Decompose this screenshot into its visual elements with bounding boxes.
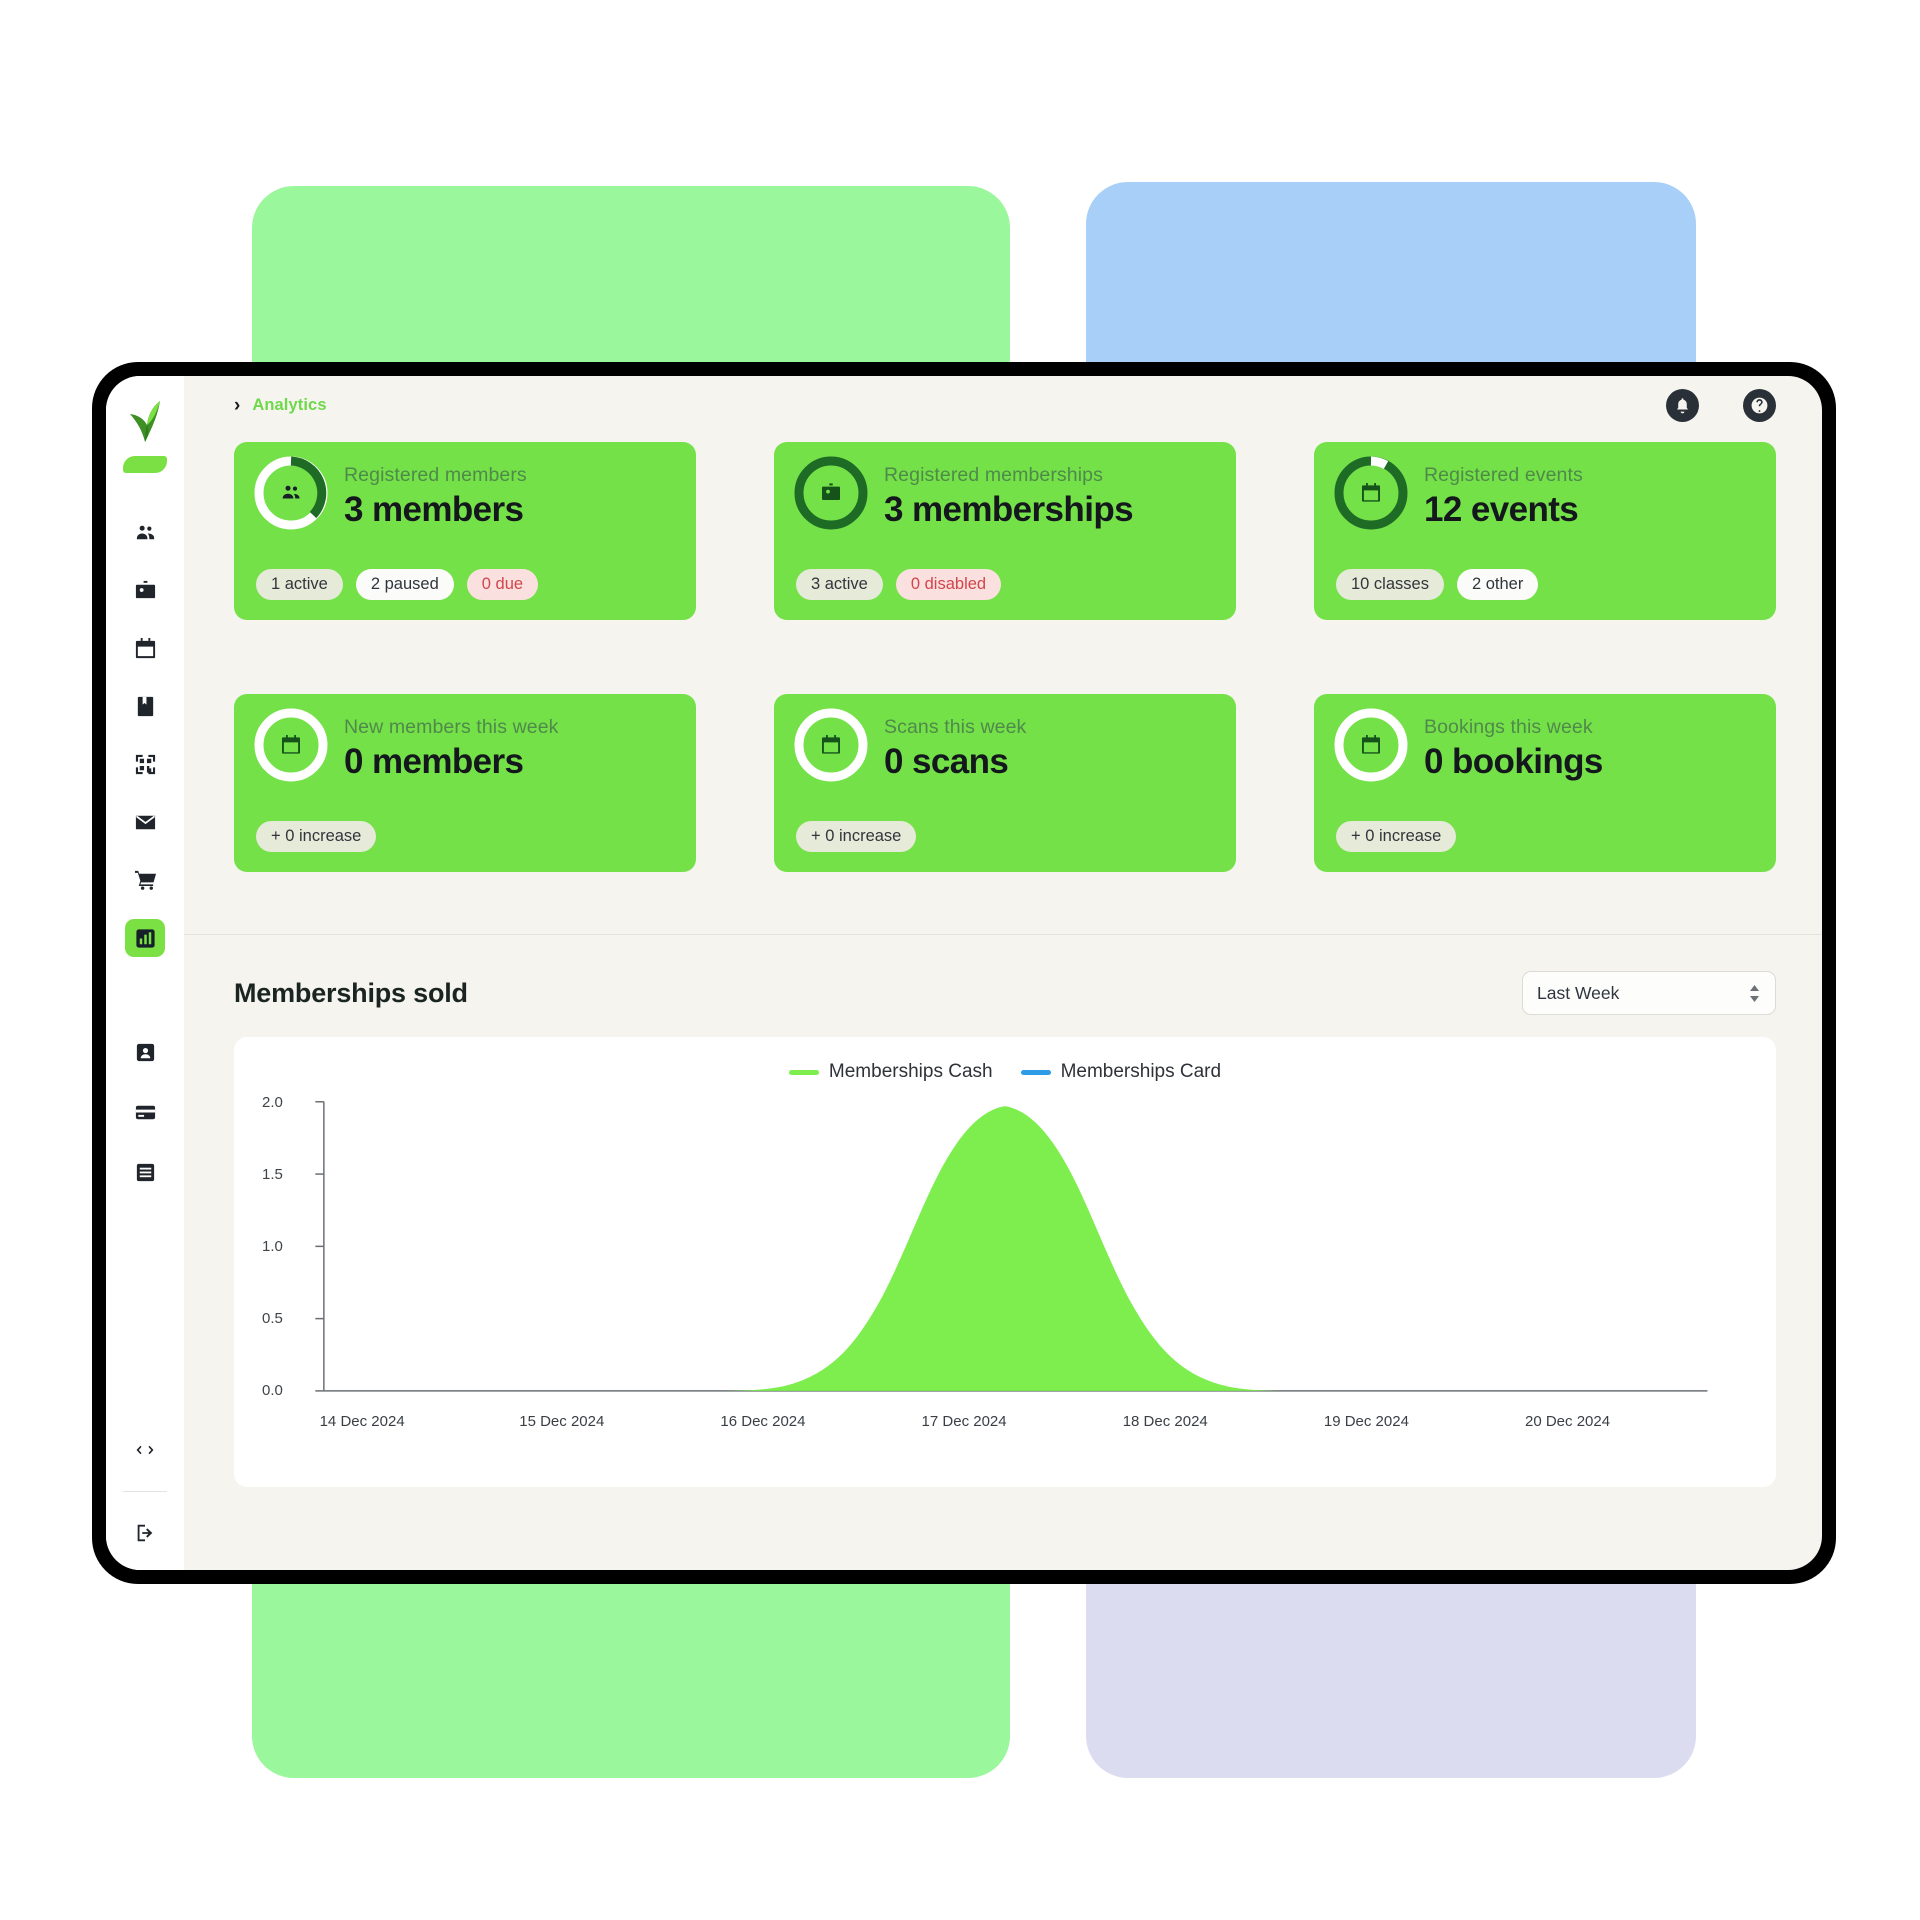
date-range-select[interactable]: Last Week xyxy=(1522,971,1776,1015)
kpi-card-registered-members[interactable]: Registered members 3 members 1 active 2 … xyxy=(234,442,696,620)
kpi-card-new-members-week[interactable]: New members this week 0 members + 0 incr… xyxy=(234,694,696,872)
sidebar-secondary-nav xyxy=(125,1033,165,1191)
legend-swatch xyxy=(1020,1069,1051,1075)
kpi-chips: 1 active 2 paused 0 due xyxy=(256,569,539,600)
status-badge: 2 other xyxy=(1456,569,1539,600)
sidebar-item-analytics[interactable] xyxy=(125,919,165,957)
calendar-icon xyxy=(790,704,872,786)
code-brackets-icon[interactable] xyxy=(125,1431,165,1469)
status-badge: 1 active xyxy=(256,569,343,600)
sidebar-item-bookings[interactable] xyxy=(125,687,165,725)
kpi-label: Registered memberships xyxy=(884,464,1103,486)
kpi-row-1: Registered members 3 members 1 active 2 … xyxy=(234,442,1776,620)
kpi-chips: + 0 increase xyxy=(256,821,377,852)
chevron-up-down-icon xyxy=(1747,982,1761,1004)
kpi-label: Registered members xyxy=(344,464,527,486)
chart-header: Memberships sold Last Week xyxy=(234,971,1776,1015)
legend-swatch xyxy=(788,1069,819,1075)
logout-icon[interactable] xyxy=(125,1514,165,1552)
page-root: › Analytics Registered members 3 members… xyxy=(0,0,1920,1920)
leaf-logo-icon[interactable] xyxy=(125,398,165,444)
sidebar-item-members[interactable] xyxy=(125,513,165,551)
kpi-value: 3 memberships xyxy=(884,490,1134,529)
sidebar-item-profile[interactable] xyxy=(125,1033,165,1071)
chevron-right-icon: › xyxy=(234,394,241,416)
kpi-card-scans-week[interactable]: Scans this week 0 scans + 0 increase xyxy=(774,694,1236,872)
breadcrumb[interactable]: › Analytics xyxy=(234,396,327,415)
progress-ring xyxy=(790,452,872,534)
kpi-label: Bookings this week xyxy=(1424,716,1593,738)
sidebar-divider xyxy=(123,1491,167,1492)
kpi-label: Registered events xyxy=(1424,464,1583,486)
sidebar-item-payments[interactable] xyxy=(125,1093,165,1131)
status-badge: + 0 increase xyxy=(796,821,917,852)
kpi-chips: 3 active 0 disabled xyxy=(796,569,1002,600)
status-badge: 3 active xyxy=(796,569,883,600)
page-title: Memberships sold xyxy=(234,977,468,1008)
kpi-chips: 10 classes 2 other xyxy=(1336,569,1539,600)
kpi-row-2: New members this week 0 members + 0 incr… xyxy=(234,694,1776,872)
calendar-icon xyxy=(1330,704,1412,786)
chart-plot-area: 2.0 1.5 1.0 0.5 0.0 14 Dec 2024 15 Dec 2… xyxy=(260,1091,1750,1447)
bell-icon[interactable] xyxy=(1666,388,1699,422)
chart-card: Memberships Cash Memberships Card 2.0 1.… xyxy=(234,1037,1776,1487)
topbar: › Analytics xyxy=(184,376,1822,434)
status-badge: 0 due xyxy=(466,569,539,600)
kpi-value: 12 events xyxy=(1424,490,1579,529)
chart-legend: Memberships Cash Memberships Card xyxy=(260,1059,1750,1085)
decorative-blob-bottom-left xyxy=(252,1580,1010,1778)
main-content: › Analytics Registered members 3 members… xyxy=(184,376,1822,1570)
kpi-card-registered-memberships[interactable]: Registered memberships 3 memberships 3 a… xyxy=(774,442,1236,620)
kpi-value: 0 members xyxy=(344,742,524,781)
date-range-value: Last Week xyxy=(1537,982,1620,1003)
people-icon xyxy=(250,452,332,534)
decorative-blob-bottom-right xyxy=(1086,1580,1696,1778)
kpi-chips: + 0 increase xyxy=(796,821,917,852)
progress-ring xyxy=(1330,452,1412,534)
kpi-value: 3 members xyxy=(344,490,524,529)
kpi-card-registered-events[interactable]: Registered events 12 events 10 classes 2… xyxy=(1314,442,1776,620)
topbar-actions xyxy=(1666,388,1776,422)
sidebar-item-reports[interactable] xyxy=(125,1153,165,1191)
kpi-chips: + 0 increase xyxy=(1336,821,1457,852)
status-badge: + 0 increase xyxy=(1336,821,1457,852)
legend-item-card[interactable]: Memberships Card xyxy=(1020,1061,1222,1083)
calendar-icon xyxy=(250,704,332,786)
kpi-cards-section: Registered members 3 members 1 active 2 … xyxy=(184,434,1822,872)
progress-ring xyxy=(250,704,332,786)
question-mark-icon[interactable] xyxy=(1743,388,1776,422)
sidebar xyxy=(106,376,184,1570)
status-badge: 2 paused xyxy=(355,569,454,600)
breadcrumb-label: Analytics xyxy=(252,395,327,414)
progress-ring xyxy=(1330,704,1412,786)
kpi-label: Scans this week xyxy=(884,716,1027,738)
sidebar-primary-nav xyxy=(125,513,165,957)
id-badge-icon xyxy=(790,452,872,534)
sidebar-item-memberships[interactable] xyxy=(125,571,165,609)
kpi-value: 0 scans xyxy=(884,742,1009,781)
kpi-value: 0 bookings xyxy=(1424,742,1603,781)
sidebar-item-scanner[interactable] xyxy=(125,745,165,783)
sidebar-item-store[interactable] xyxy=(125,861,165,899)
legend-label: Memberships Card xyxy=(1060,1061,1222,1082)
kpi-label: New members this week xyxy=(344,716,559,738)
chart-section: Memberships sold Last Week Memberships C… xyxy=(184,935,1822,1487)
progress-ring xyxy=(790,704,872,786)
tablet-screen: › Analytics Registered members 3 members… xyxy=(106,376,1822,1570)
status-badge: 10 classes xyxy=(1336,569,1444,600)
legend-item-cash[interactable]: Memberships Cash xyxy=(788,1061,993,1083)
legend-label: Memberships Cash xyxy=(828,1061,993,1082)
tablet-frame: › Analytics Registered members 3 members… xyxy=(92,362,1836,1584)
status-badge: 0 disabled xyxy=(895,569,1002,600)
sidebar-item-calendar[interactable] xyxy=(125,629,165,667)
progress-ring xyxy=(250,452,332,534)
kpi-card-bookings-week[interactable]: Bookings this week 0 bookings + 0 increa… xyxy=(1314,694,1776,872)
sidebar-item-messages[interactable] xyxy=(125,803,165,841)
brand-pill xyxy=(123,456,167,473)
status-badge: + 0 increase xyxy=(256,821,377,852)
calendar-icon xyxy=(1330,452,1412,534)
